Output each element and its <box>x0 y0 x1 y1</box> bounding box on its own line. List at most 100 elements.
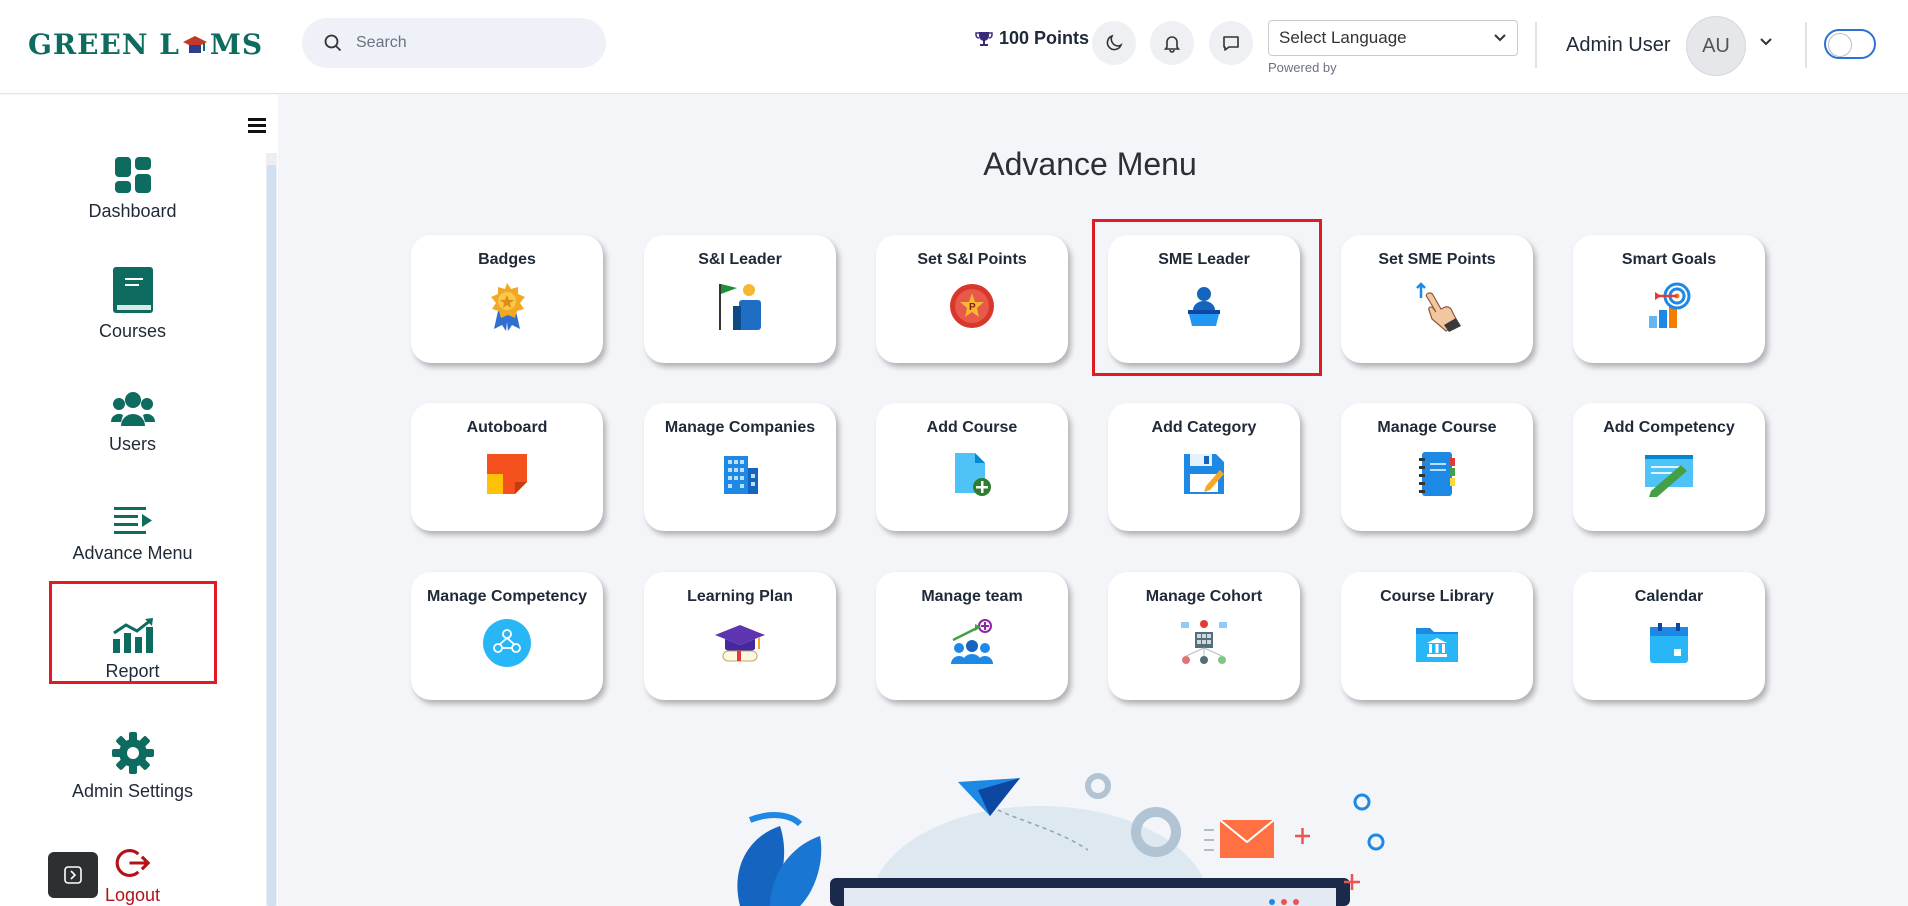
floppy-disk-icon <box>1184 454 1224 494</box>
tile-label: Manage Companies <box>664 419 816 436</box>
sidebar-item-logout[interactable]: Logout <box>0 847 265 906</box>
expand-panel-icon <box>64 866 82 884</box>
tile-manage-team[interactable]: Manage team <box>876 572 1068 700</box>
tile-label: Add Course <box>926 419 1018 436</box>
collapse-panel-button[interactable] <box>48 852 98 898</box>
bell-icon <box>1163 36 1181 53</box>
sidebar-item-label: Logout <box>104 885 161 905</box>
tile-badges[interactable]: Badges <box>411 235 603 363</box>
points-text: 100 Points <box>999 28 1090 48</box>
sidebar-item-dashboard[interactable]: Dashboard <box>0 155 265 222</box>
users-icon <box>110 392 155 426</box>
tile-manage-course[interactable]: Manage Course <box>1341 403 1533 531</box>
logout-icon <box>115 849 150 877</box>
sidebar-item-label: Courses <box>98 321 167 341</box>
dark-mode-button[interactable] <box>1092 21 1136 65</box>
tile-label: Calendar <box>1634 588 1704 605</box>
user-name[interactable]: Admin User <box>1566 34 1670 57</box>
tile-label: Add Category <box>1151 419 1257 436</box>
language-select[interactable]: Select Language <box>1268 20 1518 56</box>
tile-label: Smart Goals <box>1621 251 1717 268</box>
add-file-icon <box>955 453 991 496</box>
tile-si-leader[interactable]: S&I Leader <box>644 235 836 363</box>
tile-set-si-points[interactable]: Set S&I Points P <box>876 235 1068 363</box>
avatar-initials: AU <box>1702 34 1730 57</box>
tile-label: Badges <box>478 251 536 268</box>
tile-label: Autoboard <box>466 419 548 436</box>
page-title: Advance Menu <box>983 146 1197 182</box>
competency-network-icon <box>483 619 531 667</box>
tile-learning-plan[interactable]: Learning Plan <box>644 572 836 700</box>
tile-label: Course Library <box>1380 588 1494 605</box>
graduation-cap-logo-icon <box>182 36 207 53</box>
search-input[interactable] <box>356 34 576 52</box>
notebook-icon <box>1419 452 1455 496</box>
header-divider-2 <box>1805 22 1807 68</box>
decorative-illustration <box>737 773 1385 906</box>
sidebar-scrollbar-thumb[interactable] <box>267 165 276 906</box>
user-menu-chevron-icon[interactable] <box>1758 36 1774 48</box>
book-icon <box>112 267 153 313</box>
tile-label: Manage Cohort <box>1145 588 1263 605</box>
tile-smart-goals[interactable]: Smart Goals <box>1573 235 1765 363</box>
pen-paper-icon <box>1645 455 1693 497</box>
tile-set-sme-points[interactable]: Set SME Points <box>1341 235 1533 363</box>
search-icon <box>324 34 342 52</box>
chevron-down-icon <box>1494 34 1506 42</box>
tile-manage-cohort[interactable]: Manage Cohort <box>1108 572 1300 700</box>
tile-label: Manage Competency <box>426 588 588 605</box>
tile-course-library[interactable]: Course Library <box>1341 572 1533 700</box>
green-lms-logo[interactable]: GREEN L MS <box>28 24 263 64</box>
selected-tile-highlight <box>1092 219 1322 376</box>
tile-calendar[interactable]: Calendar <box>1573 572 1765 700</box>
library-folder-icon <box>1416 628 1458 662</box>
top-header: GREEN L MS 100 Points <box>0 0 1908 94</box>
flag-leader-icon <box>719 284 761 330</box>
badge-icon <box>491 283 525 331</box>
powered-by-text: Powered by <box>1268 60 1337 75</box>
sidebar-item-label: Advance Menu <box>72 543 193 563</box>
tile-label: Set SME Points <box>1378 251 1496 268</box>
language-select-value: Select Language <box>1279 28 1407 47</box>
dashboard-icon <box>114 157 151 193</box>
tile-add-course[interactable]: Add Course <box>876 403 1068 531</box>
notifications-button[interactable] <box>1150 21 1194 65</box>
tile-add-category[interactable]: Add Category <box>1108 403 1300 531</box>
sidebar-item-advance-menu[interactable]: Advance Menu <box>0 505 265 564</box>
sticky-note-icon <box>487 454 527 494</box>
svg-text:P: P <box>969 302 976 313</box>
tile-label: Set S&I Points <box>917 251 1027 268</box>
tile-manage-companies[interactable]: Manage Companies <box>644 403 836 531</box>
target-icon <box>1649 282 1691 328</box>
sidebar-item-courses[interactable]: Courses <box>0 265 265 342</box>
sidebar-item-users[interactable]: Users <box>0 390 265 455</box>
sidebar-item-label: Users <box>108 434 156 454</box>
tile-manage-competency[interactable]: Manage Competency <box>411 572 603 700</box>
header-divider <box>1535 22 1537 68</box>
theme-toggle-switch[interactable] <box>1824 29 1876 59</box>
team-growth-icon <box>951 619 993 664</box>
active-item-highlight <box>49 581 217 684</box>
search-bar[interactable] <box>302 18 606 68</box>
sidebar-item-admin-settings[interactable]: Admin Settings <box>0 731 265 802</box>
graduation-cap-icon <box>715 625 765 662</box>
logo-text-start: GREEN L <box>28 27 180 61</box>
sidebar: Dashboard Courses Users Advance Menu Rep… <box>0 95 278 906</box>
tile-label: S&I Leader <box>698 251 782 268</box>
calendar-icon <box>1650 623 1688 663</box>
tile-add-competency[interactable]: Add Competency <box>1573 403 1765 531</box>
trophy-icon <box>975 31 993 46</box>
tile-label: Manage Course <box>1377 419 1497 436</box>
points-display: 100 Points <box>975 28 1089 49</box>
logo-text-end: MS <box>209 27 264 61</box>
advance-menu-icon <box>113 507 152 534</box>
sidebar-item-label: Admin Settings <box>71 781 194 801</box>
cohort-board-icon <box>1181 620 1227 664</box>
messages-button[interactable] <box>1209 21 1253 65</box>
tile-autoboard[interactable]: Autoboard <box>411 403 603 531</box>
chat-icon <box>1223 36 1239 51</box>
hamburger-menu-icon[interactable] <box>248 117 266 133</box>
building-icon <box>724 456 758 494</box>
points-medal-icon: P <box>950 284 994 328</box>
avatar[interactable]: AU <box>1686 16 1746 76</box>
